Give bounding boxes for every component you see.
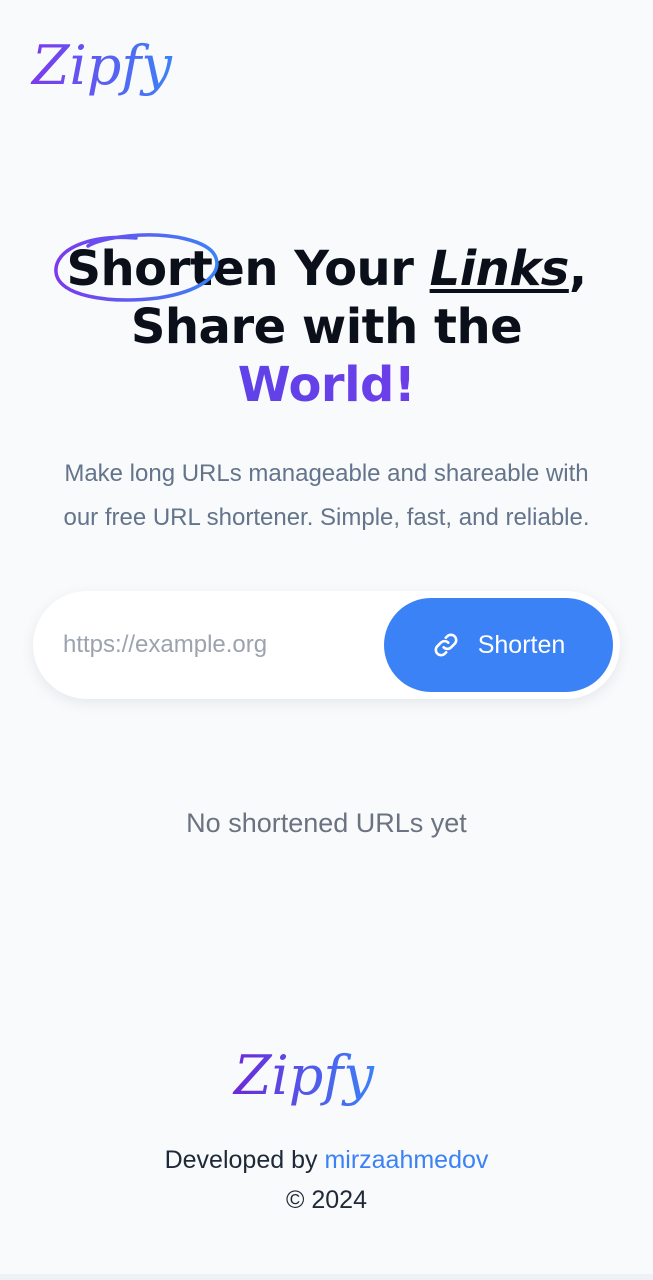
bottom-bar [0, 1274, 653, 1280]
subtitle-line-2: our free URL shortener. Simple, fast, an… [63, 504, 590, 531]
footer-logo-svg: Zipfy [232, 1044, 375, 1107]
logo-text: Zipfy [30, 34, 173, 97]
hero-links-word: Links [429, 241, 570, 297]
hero-line-2: Share with the [130, 299, 523, 355]
shorten-button-label: Shorten [477, 630, 566, 659]
hero-comma: , [568, 241, 587, 297]
header-logo[interactable]: Zipfy [30, 34, 215, 106]
subtitle-line-1: Make long URLs manageable and shareable … [64, 460, 589, 487]
footer-logo[interactable]: Zipfy [232, 1044, 417, 1116]
shorten-form: Shorten [33, 591, 620, 699]
hero-circled-text: Short [66, 241, 213, 297]
hero-line1-rest: en Your [212, 241, 430, 297]
footer-developed-by: Developed by mirzaahmedov [0, 1146, 653, 1175]
hero-line-3: World! [0, 356, 653, 414]
developed-by-label: Developed by [164, 1146, 318, 1174]
hero-line-1: Short en Your Links, [0, 233, 653, 302]
developer-link[interactable]: mirzaahmedov [324, 1146, 488, 1174]
logo-svg: Zipfy [30, 34, 173, 97]
url-input[interactable] [63, 613, 363, 677]
empty-state-message: No shortened URLs yet [186, 808, 467, 838]
footer-logo-text: Zipfy [232, 1044, 375, 1107]
shorten-button[interactable]: Shorten [384, 598, 613, 692]
hero-subtitle: Make long URLs manageable and shareable … [20, 452, 633, 540]
circled-word: Short [54, 233, 220, 302]
footer-copyright: © 2024 [286, 1186, 367, 1214]
page: Zipfy Short en Your Links, Share with th… [0, 0, 653, 1280]
link-icon [432, 631, 460, 659]
hero-heading: Short en Your Links, Share with the Worl… [0, 233, 653, 414]
